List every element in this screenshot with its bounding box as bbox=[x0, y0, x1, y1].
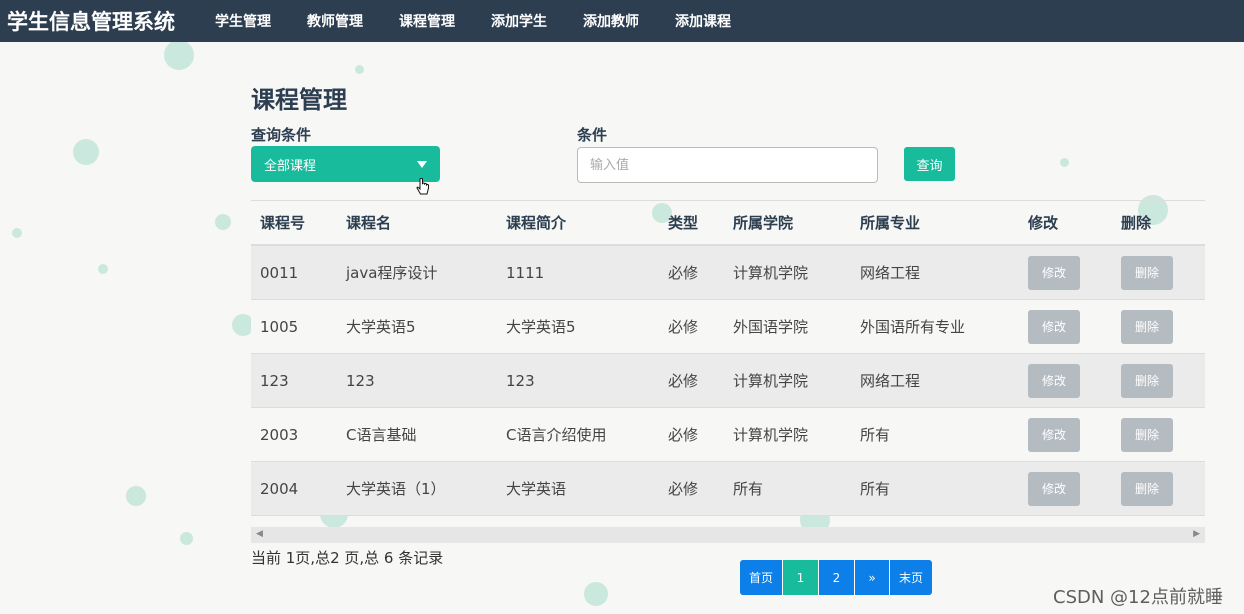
nav-item-add-course[interactable]: 添加课程 bbox=[657, 11, 749, 31]
cell-major: 外国语所有专业 bbox=[860, 318, 966, 336]
cell-delete: 删除 bbox=[1112, 363, 1205, 398]
cell-course-name: 123 bbox=[346, 371, 375, 390]
scroll-right-arrow-icon[interactable]: ▶ bbox=[1193, 529, 1200, 539]
cell-delete: 删除 bbox=[1112, 309, 1205, 344]
cell-course-intro: C语言介绍使用 bbox=[506, 426, 607, 444]
cell-college: 计算机学院 bbox=[733, 426, 809, 444]
table-header: 课程号 课程名 课程简介 类型 所属学院 所属专业 修改 删除 bbox=[251, 200, 1205, 246]
cell-course-id: 1005 bbox=[260, 317, 299, 336]
header-course-intro: 课程简介 bbox=[506, 214, 567, 232]
nav-item-teacher-management[interactable]: 教师管理 bbox=[289, 11, 381, 31]
horizontal-scrollbar[interactable]: ◀ ▶ bbox=[251, 527, 1205, 543]
cell-course-id: 0011 bbox=[260, 263, 299, 282]
cell-delete: 删除 bbox=[1112, 417, 1205, 452]
table-row: 1005 大学英语5 大学英语5 必修 外国语学院 外国语所有专业 修改 删除 bbox=[251, 300, 1205, 354]
edit-button[interactable]: 修改 bbox=[1028, 471, 1080, 506]
select-value: 全部课程 bbox=[264, 158, 317, 174]
cell-type: 必修 bbox=[668, 372, 699, 390]
watermark: CSDN @12点前就睡 bbox=[1053, 587, 1223, 608]
cell-course-name: 大学英语（1） bbox=[346, 480, 446, 498]
query-condition-label: 查询条件 bbox=[251, 126, 312, 144]
header-major: 所属专业 bbox=[860, 214, 921, 232]
cell-college: 计算机学院 bbox=[733, 372, 809, 390]
edit-button[interactable]: 修改 bbox=[1028, 255, 1080, 290]
nav-item-add-teacher[interactable]: 添加教师 bbox=[565, 11, 657, 31]
cell-course-intro: 123 bbox=[506, 371, 535, 390]
cell-course-id: 123 bbox=[260, 371, 289, 390]
cell-course-id: 2003 bbox=[260, 425, 299, 444]
cell-major: 网络工程 bbox=[860, 264, 921, 282]
edit-button[interactable]: 修改 bbox=[1028, 417, 1080, 452]
edit-button[interactable]: 修改 bbox=[1028, 363, 1080, 398]
cell-edit: 修改 bbox=[1019, 471, 1112, 506]
cell-course-id: 2004 bbox=[260, 479, 299, 498]
page-next-button[interactable]: » bbox=[855, 560, 890, 595]
top-navbar: 学生信息管理系统 学生管理 教师管理 课程管理 添加学生 添加教师 添加课程 bbox=[0, 0, 1244, 42]
page-title: 课程管理 bbox=[251, 86, 347, 114]
cell-major: 网络工程 bbox=[860, 372, 921, 390]
cell-major: 所有 bbox=[860, 480, 891, 498]
condition-label: 条件 bbox=[577, 126, 608, 144]
cell-delete: 删除 bbox=[1112, 255, 1205, 290]
cell-major: 所有 bbox=[860, 426, 891, 444]
table-row: 0011 java程序设计 1111 必修 计算机学院 网络工程 修改 删除 bbox=[251, 246, 1205, 300]
cell-course-intro: 1111 bbox=[506, 263, 545, 282]
cell-edit: 修改 bbox=[1019, 363, 1112, 398]
hand-pointer-icon bbox=[416, 178, 429, 195]
cell-college: 外国语学院 bbox=[733, 318, 809, 336]
nav-item-student-management[interactable]: 学生管理 bbox=[197, 11, 289, 31]
header-college: 所属学院 bbox=[733, 214, 794, 232]
cell-type: 必修 bbox=[668, 426, 699, 444]
scroll-left-arrow-icon[interactable]: ◀ bbox=[256, 529, 263, 539]
cell-course-name: java程序设计 bbox=[346, 264, 438, 282]
table-row: 2004 大学英语（1） 大学英语 必修 所有 所有 修改 删除 bbox=[251, 462, 1205, 516]
header-delete: 删除 bbox=[1121, 214, 1152, 232]
page-last-button[interactable]: 末页 bbox=[890, 560, 932, 595]
page-1-button[interactable]: 1 bbox=[783, 560, 819, 595]
cell-type: 必修 bbox=[668, 318, 699, 336]
query-button[interactable]: 查询 bbox=[904, 147, 955, 181]
delete-button[interactable]: 删除 bbox=[1121, 309, 1173, 344]
header-type: 类型 bbox=[668, 214, 699, 232]
pagination-summary: 当前 1页,总2 页,总 6 条记录 bbox=[251, 549, 444, 567]
cell-course-name: C语言基础 bbox=[346, 426, 417, 444]
header-edit: 修改 bbox=[1028, 214, 1059, 232]
app-brand[interactable]: 学生信息管理系统 bbox=[7, 6, 175, 36]
cell-edit: 修改 bbox=[1019, 255, 1112, 290]
course-table: 课程号 课程名 课程简介 类型 所属学院 所属专业 修改 删除 0011 jav… bbox=[251, 200, 1205, 516]
page-first-button[interactable]: 首页 bbox=[740, 560, 783, 595]
edit-button[interactable]: 修改 bbox=[1028, 309, 1080, 344]
caret-down-icon bbox=[417, 161, 427, 168]
cell-course-intro: 大学英语5 bbox=[506, 318, 576, 336]
delete-button[interactable]: 删除 bbox=[1121, 417, 1173, 452]
nav-item-add-student[interactable]: 添加学生 bbox=[473, 11, 565, 31]
table-row: 123 123 123 必修 计算机学院 网络工程 修改 删除 bbox=[251, 354, 1205, 408]
condition-input[interactable] bbox=[577, 147, 878, 183]
delete-button[interactable]: 删除 bbox=[1121, 363, 1173, 398]
delete-button[interactable]: 删除 bbox=[1121, 255, 1173, 290]
cell-edit: 修改 bbox=[1019, 309, 1112, 344]
nav-item-course-management[interactable]: 课程管理 bbox=[381, 11, 473, 31]
table-row: 2003 C语言基础 C语言介绍使用 必修 计算机学院 所有 修改 删除 bbox=[251, 408, 1205, 462]
cell-course-name: 大学英语5 bbox=[346, 318, 416, 336]
cell-delete: 删除 bbox=[1112, 471, 1205, 506]
page-2-button[interactable]: 2 bbox=[819, 560, 855, 595]
pagination: 首页 1 2 » 末页 bbox=[740, 560, 932, 595]
header-course-id: 课程号 bbox=[260, 214, 306, 232]
cell-college: 计算机学院 bbox=[733, 264, 809, 282]
query-condition-select[interactable]: 全部课程 bbox=[251, 146, 440, 182]
cell-type: 必修 bbox=[668, 264, 699, 282]
cell-edit: 修改 bbox=[1019, 417, 1112, 452]
cell-college: 所有 bbox=[733, 480, 764, 498]
header-course-name: 课程名 bbox=[346, 214, 392, 232]
cell-course-intro: 大学英语 bbox=[506, 480, 567, 498]
cell-type: 必修 bbox=[668, 480, 699, 498]
delete-button[interactable]: 删除 bbox=[1121, 471, 1173, 506]
